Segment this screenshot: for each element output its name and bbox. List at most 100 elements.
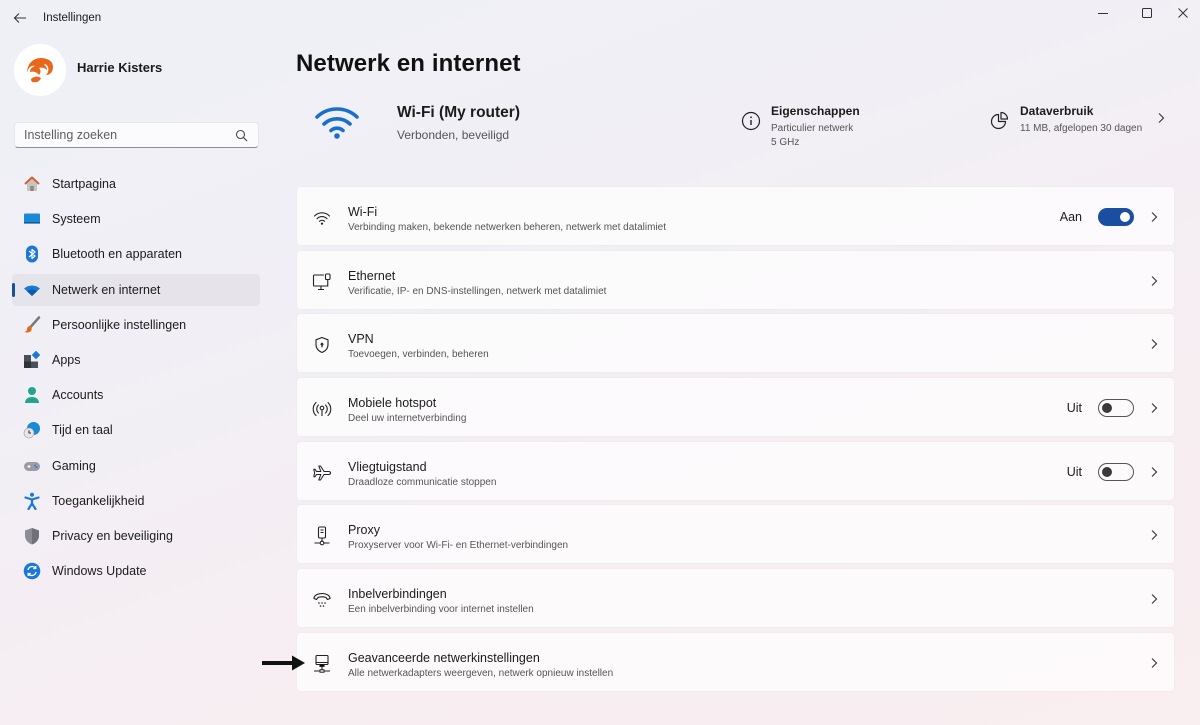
- settings-search[interactable]: [14, 122, 259, 148]
- toggle-state-label: Uit: [1066, 464, 1082, 479]
- dialup-icon: [311, 589, 333, 611]
- sidebar-item-label: Windows Update: [52, 564, 147, 579]
- sidebar-item-label: Netwerk en internet: [52, 282, 161, 297]
- sidebar-item-label: Persoonlijke instellingen: [52, 317, 187, 332]
- card-title: Geavanceerde netwerkinstellingen: [348, 650, 540, 665]
- card-title: Proxy: [348, 523, 380, 538]
- card-title: VPN: [348, 332, 374, 347]
- sidebar-item-gaming[interactable]: Gaming: [12, 450, 260, 482]
- card-mobile-hotspot[interactable]: Mobiele hotspot Deel uw internetverbindi…: [296, 377, 1175, 438]
- sidebar-item-label: Systeem: [52, 212, 101, 227]
- sidebar-nav: Startpagina Systeem Bluetooth en apparat…: [12, 168, 260, 590]
- sidebar-item-apps[interactable]: Apps: [12, 344, 260, 376]
- card-title: Ethernet: [348, 268, 396, 283]
- accessibility-icon: [23, 492, 41, 510]
- bluetooth-icon: [23, 245, 41, 263]
- minimize-button[interactable]: [1080, 0, 1126, 26]
- data-usage-link[interactable]: Dataverbruik 11 MB, afgelopen 30 dagen: [989, 104, 1142, 136]
- sidebar-item-persoonlijk[interactable]: Persoonlijke instellingen: [12, 309, 260, 341]
- close-icon: [1178, 8, 1188, 18]
- chevron-right-icon: [1148, 466, 1160, 478]
- sidebar-item-toegankelijkheid[interactable]: Toegankelijkheid: [12, 485, 260, 517]
- proxy-icon: [311, 525, 333, 547]
- search-input[interactable]: [24, 128, 234, 142]
- sidebar-item-tijd-taal[interactable]: Tijd en taal: [12, 414, 260, 446]
- chevron-right-icon: [1148, 593, 1160, 605]
- card-subtitle: Verbinding maken, bekende netwerken behe…: [348, 222, 666, 233]
- card-subtitle: Proxyserver voor Wi-Fi- en Ethernet-verb…: [348, 540, 569, 552]
- app-title: Instellingen: [43, 12, 102, 24]
- card-title: Wi-Fi: [348, 205, 378, 219]
- apps-icon: [23, 350, 41, 369]
- sidebar-item-label: Apps: [52, 352, 81, 367]
- card-title: Mobiele hotspot: [348, 396, 437, 411]
- sidebar-item-netwerk[interactable]: Netwerk en internet: [12, 273, 260, 306]
- sidebar-item-bluetooth[interactable]: Bluetooth en apparaten: [12, 238, 260, 270]
- wifi-icon: [23, 281, 41, 299]
- sidebar-item-label: Bluetooth en apparaten: [52, 247, 182, 262]
- card-airplane-mode[interactable]: Vliegtuigstand Draadloze communicatie st…: [296, 440, 1175, 501]
- properties-network-type: Particulier netwerk: [771, 123, 854, 134]
- maximize-icon: [1142, 8, 1152, 18]
- brush-icon: [23, 316, 41, 334]
- chevron-right-icon: [1148, 275, 1160, 287]
- back-arrow-icon: [13, 13, 26, 23]
- card-proxy[interactable]: Proxy Proxyserver voor Wi-Fi- en Etherne…: [296, 504, 1175, 565]
- avatar-logo-icon: [21, 51, 59, 89]
- user-profile[interactable]: Harrie Kisters: [14, 44, 162, 96]
- sidebar-item-privacy[interactable]: Privacy en beveiliging: [12, 520, 260, 552]
- toggle-state-label: Aan: [1059, 210, 1082, 224]
- card-subtitle: Verificatie, IP- en DNS-instellingen, ne…: [348, 285, 607, 297]
- page-title: Netwerk en internet: [296, 50, 521, 77]
- gamepad-icon: [23, 457, 41, 475]
- chevron-right-icon[interactable]: [1156, 112, 1166, 124]
- ethernet-icon: [311, 271, 333, 293]
- chevron-right-icon: [1148, 211, 1160, 223]
- card-dialup[interactable]: Inbelverbindingen Een inbelverbinding vo…: [296, 568, 1175, 629]
- sidebar-item-windows-update[interactable]: Windows Update: [12, 555, 260, 587]
- info-icon: [740, 110, 762, 132]
- search-icon[interactable]: [235, 129, 248, 142]
- sidebar-item-label: Accounts: [52, 388, 104, 403]
- update-icon: [23, 562, 41, 580]
- wifi-icon: [311, 207, 333, 229]
- sidebar-item-systeem[interactable]: Systeem: [12, 203, 260, 235]
- close-button[interactable]: [1160, 0, 1200, 26]
- home-icon: [23, 175, 41, 193]
- card-ethernet[interactable]: Ethernet Verificatie, IP- en DNS-instell…: [296, 249, 1175, 310]
- toggle-state-label: Uit: [1066, 401, 1082, 416]
- card-subtitle: Toevoegen, verbinden, beheren: [348, 349, 489, 361]
- network-pc-icon: [311, 653, 333, 675]
- sidebar-item-label: Startpagina: [52, 177, 116, 191]
- data-usage-title: Dataverbruik: [1020, 104, 1094, 118]
- sidebar-item-label: Toegankelijkheid: [52, 493, 145, 508]
- properties-link[interactable]: Eigenschappen Particulier netwerk 5 GHz: [740, 104, 860, 150]
- card-wifi[interactable]: Wi-Fi Verbinding maken, bekende netwerke…: [296, 186, 1175, 246]
- card-vpn[interactable]: VPN Toevoegen, verbinden, beheren: [296, 313, 1175, 374]
- pie-chart-icon: [989, 110, 1011, 132]
- airplane-mode-toggle[interactable]: [1098, 462, 1134, 481]
- card-title: Vliegtuigstand: [348, 459, 427, 474]
- sidebar-item-startpagina[interactable]: Startpagina: [12, 168, 260, 200]
- annotation-arrow-icon: [262, 655, 305, 671]
- avatar: [14, 44, 66, 96]
- sidebar-item-label: Gaming: [52, 458, 96, 473]
- chevron-right-icon: [1148, 338, 1160, 350]
- hotspot-toggle[interactable]: [1098, 399, 1134, 418]
- data-usage-amount: 11 MB, afgelopen 30 dagen: [1020, 123, 1143, 134]
- wifi-toggle[interactable]: [1098, 208, 1134, 226]
- account-icon: [23, 386, 41, 404]
- sidebar-item-accounts[interactable]: Accounts: [12, 379, 260, 411]
- connection-status: Verbonden, beveiligd: [397, 128, 510, 142]
- vpn-shield-icon: [311, 334, 333, 356]
- chevron-right-icon: [1148, 402, 1160, 414]
- card-advanced-network-settings[interactable]: Geavanceerde netwerkinstellingen Alle ne…: [296, 631, 1175, 692]
- card-subtitle: Draadloze communicatie stoppen: [348, 476, 497, 488]
- sidebar-item-label: Tijd en taal: [52, 423, 113, 438]
- back-button[interactable]: [8, 6, 32, 30]
- wifi-connection-icon: [315, 107, 359, 139]
- card-subtitle: Alle netwerkadapters weergeven, netwerk …: [348, 667, 614, 679]
- title-bar: Instellingen: [0, 0, 1200, 36]
- properties-title: Eigenschappen: [771, 104, 860, 118]
- profile-name: Harrie Kisters: [77, 59, 163, 75]
